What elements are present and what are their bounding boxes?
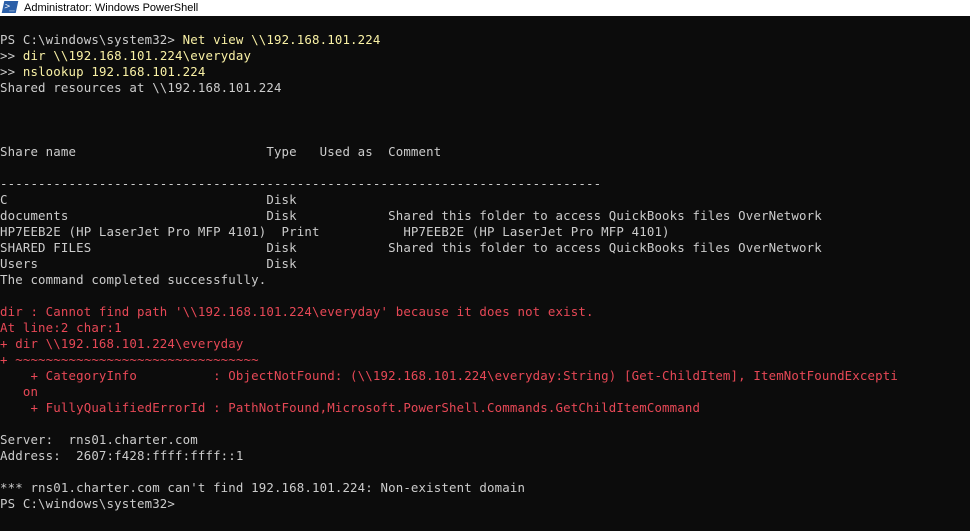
share-row: documents Disk Shared this folder to acc…: [0, 208, 822, 223]
error-line: on: [0, 384, 39, 399]
error-line: + CategoryInfo : ObjectNotFound: (\\192.…: [0, 368, 898, 383]
prompt: PS C:\windows\system32>: [0, 496, 183, 511]
error-line: + ~~~~~~~~~~~~~~~~~~~~~~~~~~~~~~~~: [0, 352, 259, 367]
command-text: dir \\192.168.101.224\everyday: [22, 48, 252, 63]
share-row: Users Disk: [0, 256, 297, 271]
error-line: + dir \\192.168.101.224\everyday: [0, 336, 244, 351]
share-row: C Disk: [0, 192, 297, 207]
nslookup-error: *** rns01.charter.com can't find 192.168…: [0, 480, 526, 495]
powershell-icon: >_: [1, 1, 19, 13]
share-table-header: Share name Type Used as Comment: [0, 144, 442, 159]
nslookup-server: Server: rns01.charter.com: [0, 432, 198, 447]
window-title: Administrator: Windows PowerShell: [24, 2, 199, 14]
console-output[interactable]: PS C:\windows\system32> Net view \\192.1…: [0, 16, 970, 531]
continuation-prompt: >>: [0, 64, 23, 79]
current-prompt[interactable]: PS C:\windows\system32>: [0, 496, 183, 512]
share-table-separator: ----------------------------------------…: [0, 176, 602, 191]
command-text: Net view \\192.168.101.224: [182, 32, 381, 47]
command-line-3: >> nslookup 192.168.101.224: [0, 64, 205, 80]
error-line: dir : Cannot find path '\\192.168.101.22…: [0, 304, 594, 319]
nslookup-address: Address: 2607:f428:ffff:ffff::1: [0, 448, 244, 463]
command-text: nslookup 192.168.101.224: [22, 64, 206, 79]
command-line-1: PS C:\windows\system32> Net view \\192.1…: [0, 32, 381, 48]
title-bar[interactable]: >_ Administrator: Windows PowerShell: [0, 0, 970, 16]
error-line: At line:2 char:1: [0, 320, 122, 335]
share-row: SHARED FILES Disk Shared this folder to …: [0, 240, 822, 255]
error-line: + FullyQualifiedErrorId : PathNotFound,M…: [0, 400, 701, 415]
prompt: PS C:\windows\system32>: [0, 32, 183, 47]
shared-resources-header: Shared resources at \\192.168.101.224: [0, 80, 282, 95]
completion-message: The command completed successfully.: [0, 272, 267, 287]
share-row: HP7EEB2E (HP LaserJet Pro MFP 4101) Prin…: [0, 224, 670, 239]
continuation-prompt: >>: [0, 48, 23, 63]
command-line-2: >> dir \\192.168.101.224\everyday: [0, 48, 251, 64]
